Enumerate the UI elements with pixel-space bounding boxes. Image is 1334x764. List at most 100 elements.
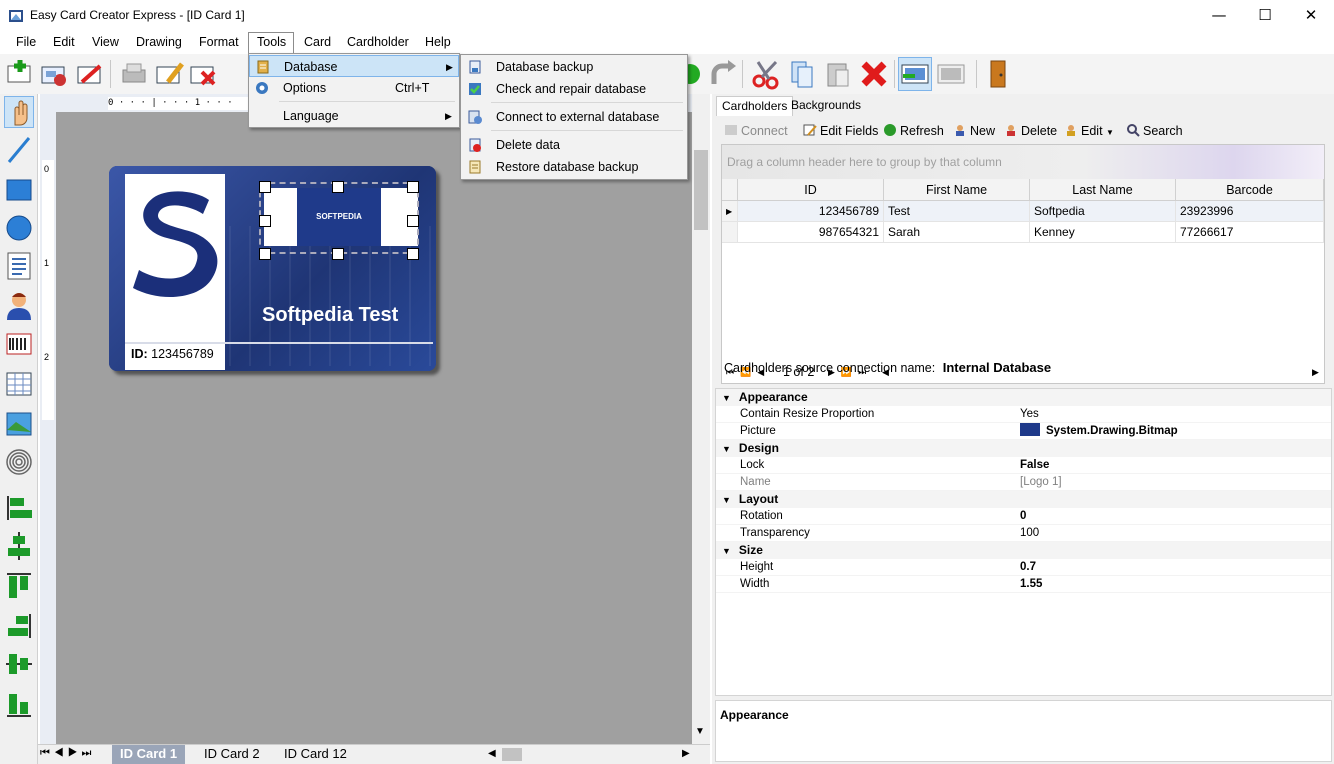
database-backup-item[interactable]: Database backup (461, 56, 687, 78)
scroll-right-arrow-icon[interactable]: ▶ (682, 748, 690, 759)
menu-edit[interactable]: Edit (45, 32, 83, 54)
redo-icon[interactable] (708, 58, 740, 90)
search-button[interactable]: Search (1126, 120, 1183, 144)
scroll-down-arrow-icon[interactable]: ▼ (695, 726, 705, 737)
copy-icon[interactable] (786, 58, 818, 90)
rectangle-tool-icon[interactable] (4, 174, 34, 206)
image-tool-icon[interactable] (4, 408, 34, 440)
table-cell[interactable]: 987654321 (738, 222, 884, 243)
column-header-first-name[interactable]: First Name (884, 179, 1030, 201)
connect-button[interactable]: Connect (724, 120, 788, 144)
barcode-tool-icon[interactable] (4, 328, 34, 360)
property-value[interactable]: [Logo 1] (1020, 474, 1062, 491)
menu-drawing[interactable]: Drawing (128, 32, 190, 54)
table-cell[interactable]: 23923996 (1176, 201, 1324, 222)
property-value-picture[interactable]: System.Drawing.Bitmap (1020, 423, 1178, 440)
table-tool-icon[interactable] (4, 368, 34, 400)
grid-scroll-right-icon[interactable]: ▶ (1312, 361, 1319, 383)
edit-cardholder-button[interactable]: Edit ▼ (1064, 120, 1114, 144)
card-id-text[interactable]: ID: 123456789 (131, 347, 214, 361)
canvas-vertical-scrollbar[interactable]: ▼ (692, 94, 710, 744)
table-cell[interactable]: 77266617 (1176, 222, 1324, 243)
menu-file[interactable]: File (8, 32, 44, 54)
resize-handle[interactable] (332, 181, 344, 193)
card-photo[interactable] (125, 174, 225, 368)
paste-icon[interactable] (822, 58, 854, 90)
collapse-icon[interactable]: ▼ (722, 393, 731, 403)
new-cardholder-button[interactable]: New (953, 120, 995, 144)
edit-fields-button[interactable]: Edit Fields (803, 120, 878, 144)
tools-menu-database[interactable]: Database ▶ (249, 55, 459, 77)
resize-handle[interactable] (407, 248, 419, 260)
table-cell[interactable]: 123456789 (738, 201, 884, 222)
menu-cardholder[interactable]: Cardholder (339, 32, 417, 54)
menu-format[interactable]: Format (191, 32, 247, 54)
fingerprint-tool-icon[interactable] (4, 446, 34, 478)
refresh-button[interactable]: Refresh (883, 120, 944, 144)
tab-backgrounds[interactable]: Backgrounds (786, 96, 866, 116)
resize-handle[interactable] (407, 181, 419, 193)
property-row[interactable]: Transparency 100 (716, 525, 1331, 542)
tab-cardholders[interactable]: Cardholders (716, 96, 794, 116)
align-bottom-icon[interactable] (4, 688, 34, 720)
menu-card[interactable]: Card (296, 32, 339, 54)
table-cell[interactable]: Softpedia (1030, 201, 1176, 222)
align-right-icon[interactable] (4, 610, 34, 642)
property-value[interactable]: 0.7 (1020, 559, 1036, 576)
id-card-preview[interactable]: SOFTPEDIA Softpedia Test ID: 123456789 (109, 166, 436, 371)
category-appearance[interactable]: ▼ Appearance (716, 389, 1331, 406)
new-card-icon[interactable] (4, 58, 36, 90)
resize-handle[interactable] (332, 248, 344, 260)
card-name[interactable]: Softpedia Test (262, 304, 398, 327)
category-design[interactable]: ▼ Design (716, 440, 1331, 457)
close-window-button[interactable]: ✕ (1288, 0, 1334, 32)
property-row[interactable]: Name [Logo 1] (716, 474, 1331, 491)
table-cell[interactable]: Sarah (884, 222, 1030, 243)
property-row[interactable]: Rotation 0 (716, 508, 1331, 525)
property-value[interactable]: 0 (1020, 508, 1026, 525)
collapse-icon[interactable]: ▼ (722, 546, 731, 556)
maximize-button[interactable]: ☐ (1242, 0, 1288, 32)
align-top-icon[interactable] (4, 570, 34, 602)
property-row[interactable]: Width 1.55 (716, 576, 1331, 593)
collapse-icon[interactable]: ▼ (722, 495, 731, 505)
property-row[interactable]: Contain Resize Proportion Yes (716, 406, 1331, 423)
ellipse-tool-icon[interactable] (4, 212, 34, 244)
scroll-left-arrow-icon[interactable]: ◀ (488, 748, 496, 759)
pointer-hand-icon[interactable] (4, 96, 34, 128)
property-row[interactable]: Lock False (716, 457, 1331, 474)
print-icon[interactable] (118, 58, 150, 90)
category-layout[interactable]: ▼ Layout (716, 491, 1331, 508)
sheet-tab-id-card-2[interactable]: ID Card 2 (196, 745, 268, 764)
resize-handle[interactable] (259, 181, 271, 193)
line-tool-icon[interactable] (4, 134, 34, 166)
group-by-area[interactable]: Drag a column header here to group by th… (722, 145, 1324, 179)
property-value[interactable]: Yes (1020, 406, 1039, 423)
card-back-icon[interactable] (935, 58, 967, 90)
edit-card-icon[interactable] (154, 58, 186, 90)
delete-icon[interactable] (858, 58, 890, 90)
tools-menu-language[interactable]: Language ▶ (249, 105, 459, 127)
property-row[interactable]: Picture System.Drawing.Bitmap (716, 423, 1331, 440)
text-tool-icon[interactable] (4, 250, 34, 282)
align-left-icon[interactable] (4, 492, 34, 524)
property-row[interactable]: Height 0.7 (716, 559, 1331, 576)
delete-data-item[interactable]: Delete data (461, 134, 687, 156)
card-front-icon[interactable] (898, 57, 932, 91)
column-header-last-name[interactable]: Last Name (1030, 179, 1176, 201)
delete-cardholder-button[interactable]: Delete (1004, 120, 1057, 144)
tools-menu-options[interactable]: Options Ctrl+T (249, 77, 459, 99)
align-middle-icon[interactable] (4, 648, 34, 680)
property-value[interactable]: False (1020, 457, 1049, 474)
cut-icon[interactable] (750, 58, 782, 90)
connect-external-item[interactable]: Connect to external database (461, 106, 687, 128)
scroll-thumb[interactable] (694, 150, 708, 230)
sheet-tab-id-card-1[interactable]: ID Card 1 (112, 745, 186, 764)
property-value[interactable]: 100 (1020, 525, 1039, 542)
menu-view[interactable]: View (84, 32, 127, 54)
column-header-barcode[interactable]: Barcode (1176, 179, 1324, 201)
category-size[interactable]: ▼ Size (716, 542, 1331, 559)
column-header-id[interactable]: ID (738, 179, 884, 201)
photo-tool-icon[interactable] (4, 290, 34, 322)
check-repair-item[interactable]: Check and repair database (461, 78, 687, 100)
